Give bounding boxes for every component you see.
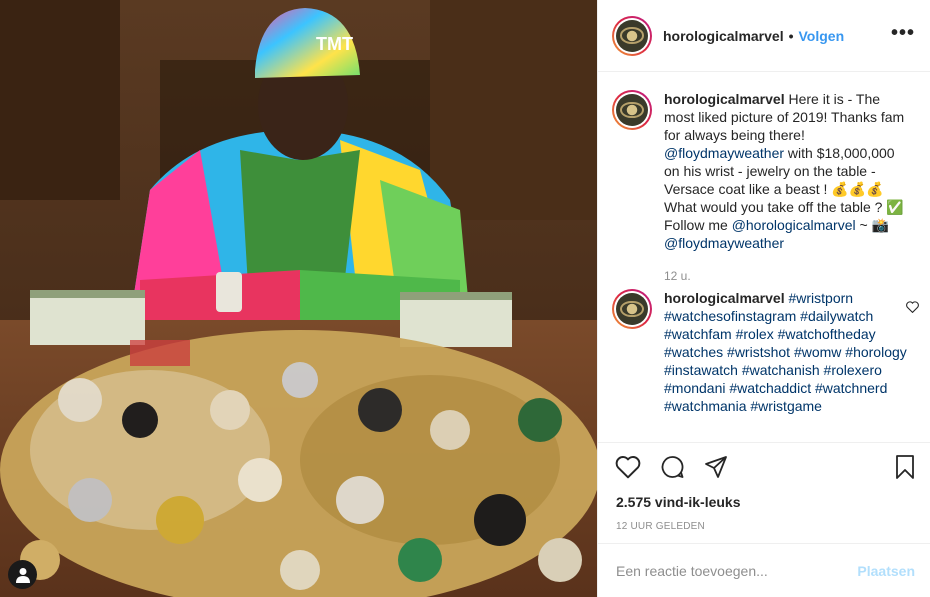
svg-text:TMT: TMT	[316, 34, 353, 54]
add-comment-bar: Een reactie toevoegen... Plaatsen	[598, 543, 930, 597]
avatar[interactable]	[612, 289, 652, 329]
header-separator-dot: •	[788, 27, 794, 44]
follow-button[interactable]: Volgen	[799, 28, 845, 44]
caption-username[interactable]: horologicalmarvel	[664, 91, 785, 107]
comment-like-icon[interactable]	[906, 301, 919, 313]
likes-count[interactable]: 2.575 vind-ik-leuks	[616, 494, 741, 510]
avatar[interactable]	[612, 15, 652, 56]
caption-text-3: ~ 📸	[855, 217, 890, 233]
mention-link[interactable]: @horologicalmarvel	[732, 217, 856, 233]
hashtag-comment-text: horologicalmarvel #wristporn #watchesofi…	[664, 289, 914, 415]
post-actions: 2.575 vind-ik-leuks 12 UUR GELEDEN	[598, 442, 930, 544]
user-tag-icon[interactable]	[8, 560, 37, 589]
comment-input[interactable]: Een reactie toevoegen...	[616, 563, 768, 579]
like-heart-icon[interactable]	[615, 455, 641, 479]
post-comment-button[interactable]: Plaatsen	[857, 563, 915, 579]
comments-list[interactable]: horologicalmarvel Here it is - The most …	[598, 72, 930, 442]
post-image[interactable]: TMT	[0, 0, 597, 597]
post-photo-illustration: TMT	[0, 0, 597, 597]
bookmark-icon[interactable]	[895, 455, 915, 479]
post-timestamp[interactable]: 12 UUR GELEDEN	[616, 521, 705, 532]
caption-comment: horologicalmarvel Here it is - The most …	[612, 90, 917, 252]
mention-link[interactable]: @floydmayweather	[664, 235, 784, 251]
header-username[interactable]: horologicalmarvel	[663, 28, 784, 44]
comment-icon[interactable]	[660, 455, 685, 479]
hashtag-links[interactable]: #wristporn #watchesofinstagram #dailywat…	[664, 290, 907, 414]
mention-link[interactable]: @floydmayweather	[664, 145, 784, 161]
share-icon[interactable]	[704, 455, 728, 479]
caption-text: horologicalmarvel Here it is - The most …	[664, 90, 914, 252]
comment-username[interactable]: horologicalmarvel	[664, 290, 785, 306]
more-options-icon[interactable]: •••	[891, 23, 915, 43]
post-side-panel: horologicalmarvel • Volgen ••• horologic…	[597, 0, 930, 597]
caption-timestamp[interactable]: 12 u.	[664, 269, 691, 283]
post-header: horologicalmarvel • Volgen •••	[598, 0, 930, 72]
hashtag-comment: horologicalmarvel #wristporn #watchesofi…	[612, 289, 917, 415]
avatar[interactable]	[612, 90, 652, 130]
